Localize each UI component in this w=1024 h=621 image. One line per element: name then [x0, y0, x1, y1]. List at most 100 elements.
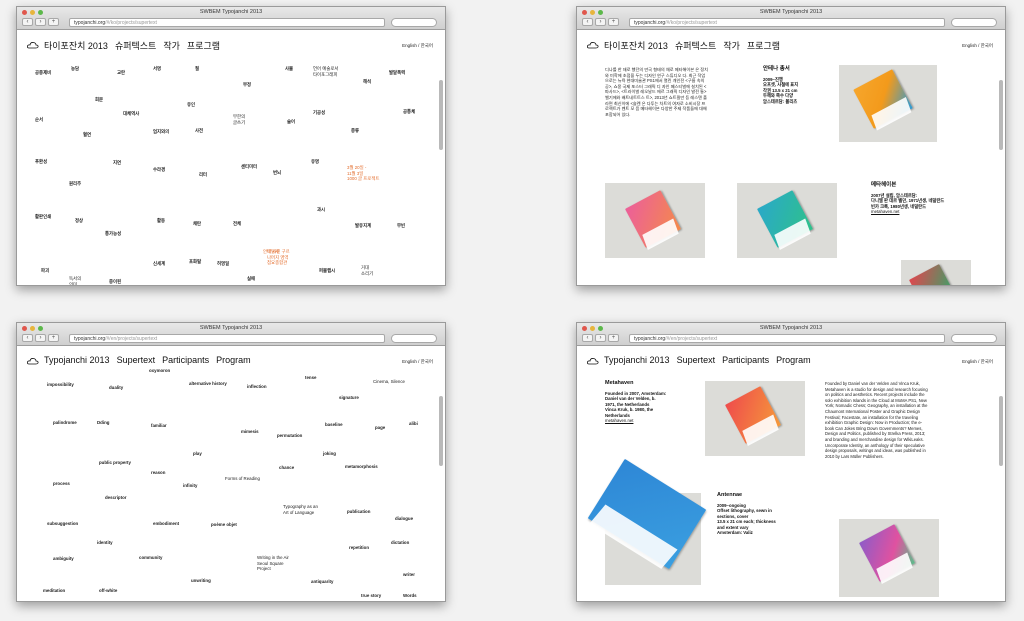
- keyword-link[interactable]: joking: [323, 451, 336, 457]
- keyword-link[interactable]: Dding: [97, 420, 109, 426]
- scrollbar[interactable]: [999, 80, 1003, 150]
- keyword-link[interactable]: 센티미터: [241, 164, 257, 170]
- search-field[interactable]: [391, 18, 437, 27]
- cloud-logo-icon[interactable]: [587, 357, 599, 365]
- keyword-link[interactable]: 종이된: [109, 279, 121, 285]
- keyword-link[interactable]: 기공성: [313, 110, 325, 116]
- book-image[interactable]: [705, 381, 805, 456]
- menu-item[interactable]: Program: [776, 355, 811, 365]
- keyword-link[interactable]: play: [193, 451, 202, 457]
- menu-item[interactable]: 슈퍼텍스트: [115, 41, 156, 51]
- keyword-link[interactable]: community: [139, 555, 162, 561]
- keyword-link[interactable]: 실패: [247, 276, 255, 282]
- keyword-link[interactable]: ambiguity: [53, 556, 74, 562]
- keyword-link[interactable]: 사물: [285, 66, 293, 72]
- keyword-link[interactable]: 공중제비: [35, 70, 51, 76]
- menu-item[interactable]: Supertext: [117, 355, 156, 365]
- keyword-link[interactable]: palindrome: [53, 420, 77, 426]
- keyword-link[interactable]: poème objet: [211, 522, 237, 528]
- keyword-link[interactable]: 통가능성: [105, 231, 121, 237]
- menu-item[interactable]: 작가: [723, 41, 740, 51]
- keyword-link[interactable]: writer: [403, 572, 415, 578]
- keyword-link[interactable]: off-white: [99, 588, 117, 594]
- main-menu[interactable]: Typojanchi 2013 Supertext Participants Prog…: [604, 355, 818, 365]
- menu-item[interactable]: Program: [216, 355, 251, 365]
- studio-link[interactable]: metahaven.net: [871, 209, 899, 214]
- keyword-link[interactable]: reason: [151, 470, 165, 476]
- keyword-link[interactable]: inflection: [247, 384, 267, 390]
- cloud-logo-icon[interactable]: [587, 41, 599, 49]
- keyword-link[interactable]: Writing in the Air Seoul Square Project: [257, 555, 289, 572]
- keyword-link[interactable]: Cinema, Silence: [373, 379, 405, 385]
- keyword-link[interactable]: public property: [99, 460, 131, 466]
- language-switch[interactable]: English / 한국어: [402, 43, 433, 49]
- keyword-link[interactable]: 과시: [317, 207, 325, 213]
- keyword-link[interactable]: embodiment: [153, 521, 179, 527]
- menu-item[interactable]: 타이포잔치 2013: [44, 41, 108, 51]
- keyword-link[interactable]: 허영일: [217, 261, 229, 267]
- keyword-link[interactable]: 포화탈: [189, 259, 201, 265]
- keyword-link[interactable]: dialogue: [395, 516, 413, 522]
- keyword-link[interactable]: mimesis: [241, 429, 259, 435]
- keyword-link[interactable]: duality: [109, 385, 123, 391]
- keyword-link[interactable]: 유인: [187, 102, 195, 108]
- book-image[interactable]: [839, 519, 939, 597]
- keyword-link[interactable]: 교란: [117, 70, 125, 76]
- keyword-link[interactable]: 유명: [311, 159, 319, 165]
- keyword-link[interactable]: 활동: [157, 218, 165, 224]
- keyword-link[interactable]: 3월 20일 - 11월 3일 1000 글 프로젝트: [347, 165, 379, 182]
- keyword-link[interactable]: 푸환성: [35, 159, 47, 165]
- keyword-link[interactable]: 언어 예술로서 타이포그래피: [313, 66, 338, 77]
- keyword-link[interactable]: 무한의 글쓰기: [233, 114, 245, 125]
- keyword-link[interactable]: 지연: [113, 160, 121, 166]
- keyword-link[interactable]: alibi: [409, 421, 418, 427]
- menu-item[interactable]: 프로그램: [187, 41, 220, 51]
- keyword-link[interactable]: 해석: [363, 79, 371, 85]
- main-menu[interactable]: 타이포잔치 2013 슈퍼텍스트 작가 프로그램: [604, 39, 787, 52]
- keyword-link[interactable]: 리터: [199, 172, 207, 178]
- keyword-link[interactable]: 발달폭력: [389, 70, 405, 76]
- keyword-link[interactable]: 증류: [351, 128, 359, 134]
- cloud-logo-icon[interactable]: [27, 41, 39, 49]
- keyword-link[interactable]: 발유지계: [355, 223, 371, 229]
- menu-item[interactable]: Participants: [162, 355, 209, 365]
- menu-item[interactable]: 슈퍼텍스트: [675, 41, 716, 51]
- keyword-link[interactable]: oxymoron: [149, 368, 170, 374]
- menu-item[interactable]: Typojanchi 2013: [44, 355, 110, 365]
- menu-item[interactable]: 타이포잔치 2013: [604, 41, 668, 51]
- address-bar[interactable]: typojanchi.org/#/en/projects/supertext: [69, 334, 385, 343]
- keyword-link[interactable]: baseline: [325, 422, 343, 428]
- address-bar[interactable]: typojanchi.org/#/ko/projects/supertext: [629, 18, 945, 27]
- language-switch[interactable]: English / 한국어: [962, 43, 993, 49]
- keyword-link[interactable]: identity: [97, 540, 113, 546]
- keyword-link[interactable]: permutation: [277, 433, 302, 439]
- keyword-link[interactable]: 채탄: [193, 221, 201, 227]
- main-menu[interactable]: Typojanchi 2013 Supertext Participants Prog…: [44, 355, 258, 365]
- keyword-link[interactable]: unwriting: [191, 578, 211, 584]
- keyword-link[interactable]: 활판인쇄: [35, 214, 51, 220]
- keyword-link[interactable]: subsuggestion: [47, 521, 78, 527]
- menu-item[interactable]: Participants: [722, 355, 769, 365]
- keyword-link[interactable]: 회문: [95, 97, 103, 103]
- book-image[interactable]: [605, 183, 705, 258]
- keyword-link[interactable]: 절: [195, 66, 199, 72]
- keyword-link[interactable]: tense: [305, 375, 316, 381]
- address-bar[interactable]: typojanchi.org/#/en/projects/supertext: [629, 334, 945, 343]
- search-field[interactable]: [951, 18, 997, 27]
- language-switch[interactable]: English / 한국어: [962, 359, 993, 365]
- keyword-link[interactable]: dictation: [391, 540, 409, 546]
- keyword-link[interactable]: 독서의 의미: [69, 276, 81, 285]
- keyword-link[interactable]: 원리주: [69, 181, 81, 187]
- keyword-link[interactable]: page: [375, 425, 385, 431]
- keyword-link[interactable]: metamorphosis: [345, 464, 378, 470]
- keyword-link[interactable]: 정상: [75, 218, 83, 224]
- keyword-link[interactable]: process: [53, 481, 70, 487]
- menu-item[interactable]: Typojanchi 2013: [604, 355, 670, 365]
- keyword-link[interactable]: 수라경: [153, 167, 165, 173]
- nav-buttons[interactable]: ‹ › +: [22, 334, 59, 342]
- search-field[interactable]: [391, 334, 437, 343]
- menu-item[interactable]: Supertext: [677, 355, 716, 365]
- keyword-link[interactable]: 무빈: [397, 223, 405, 229]
- keyword-link[interactable]: meditation: [43, 588, 65, 594]
- book-image[interactable]: [901, 260, 971, 285]
